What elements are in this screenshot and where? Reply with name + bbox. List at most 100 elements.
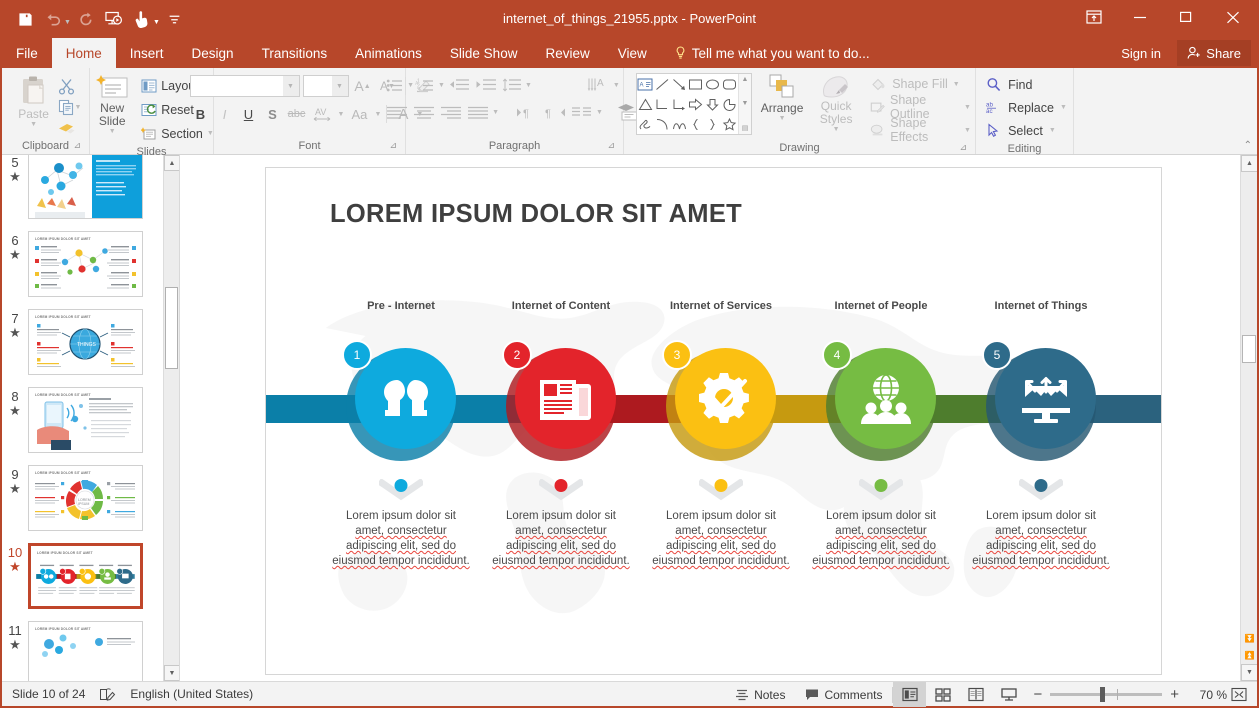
shape-right-arrow-icon[interactable] (688, 94, 705, 114)
thumbnail-slide-7[interactable]: 7 ★ LOREM IPSUM DOLOR SIT AMET THINGS (2, 303, 163, 381)
rtl-direction-button[interactable]: ¶ (542, 102, 568, 124)
copy-button[interactable]: ▼ (58, 97, 81, 117)
italic-button[interactable]: I (214, 103, 236, 125)
comments-button[interactable]: Comments (795, 682, 892, 707)
slide-title[interactable]: LOREM IPSUM DOLOR SIT AMET (330, 200, 742, 229)
step-node-4[interactable]: 4 (822, 340, 936, 461)
shape-effects-button[interactable]: Shape Effects ▼ (870, 116, 971, 144)
tab-file[interactable]: File (2, 38, 52, 68)
bold-button[interactable]: B (190, 103, 212, 125)
thumbnail-slide-5[interactable]: 5 ★ (2, 155, 163, 225)
paste-button[interactable]: Paste ▼ (10, 73, 58, 128)
shape-down-arrow-icon[interactable] (704, 94, 721, 114)
ltr-direction-button[interactable]: ¶ (515, 102, 541, 124)
canvas-scroll-thumb[interactable] (1242, 335, 1256, 363)
shape-oval-icon[interactable] (704, 74, 721, 94)
shape-left-brace-icon[interactable] (688, 114, 705, 134)
tab-view[interactable]: View (604, 38, 661, 68)
font-name-input[interactable]: ▼ (189, 75, 300, 97)
shapes-gallery-scrollbar[interactable]: ▲ ▼ ▤ (738, 74, 751, 134)
font-dialog-launcher-icon[interactable]: ⊿ (389, 138, 397, 153)
tab-design[interactable]: Design (178, 38, 248, 68)
shape-elbow-arrow-icon[interactable] (671, 94, 688, 114)
new-slide-dropdown-icon[interactable]: ▼ (109, 128, 116, 135)
step-description-2[interactable]: Lorem ipsum dolor sit amet, consectetur … (477, 509, 645, 569)
font-name-dropdown-icon[interactable]: ▼ (282, 76, 299, 96)
center-button[interactable] (411, 102, 437, 124)
slide-thumbnail-list[interactable]: 5 ★ 6 ★ LOREM IPSUM DOLOR SIT AMET 7 ★ L… (2, 155, 163, 681)
shape-arc-icon[interactable] (654, 114, 671, 134)
step-node-3[interactable]: 3 (662, 340, 776, 461)
justify-dropdown-icon[interactable]: ▼ (492, 109, 499, 116)
shape-pie-icon[interactable] (721, 94, 738, 114)
thumbnail-scroll-down-icon[interactable]: ▼ (164, 665, 179, 681)
shape-arrow-icon[interactable] (671, 74, 688, 94)
next-slide-icon[interactable]: ⏬ (1241, 630, 1257, 647)
arrange-dropdown-icon[interactable]: ▼ (779, 115, 786, 122)
text-shadow-button[interactable]: S (262, 103, 284, 125)
shape-rounded-rectangle-icon[interactable] (721, 74, 738, 94)
tab-animations[interactable]: Animations (341, 38, 436, 68)
tell-me-search[interactable]: Tell me what you want to do... (661, 38, 870, 68)
restore-icon[interactable] (1163, 0, 1209, 34)
font-size-input[interactable]: ▼ (302, 75, 349, 97)
ribbon-display-options-icon[interactable] (1071, 0, 1117, 34)
fit-slide-to-window-icon[interactable] (1227, 682, 1251, 707)
zoom-in-button[interactable]: + (1170, 686, 1179, 703)
thumbnail-image[interactable]: LOREM IPSUM DOLOR SIT AMET (28, 621, 143, 681)
thumbnail-slide-8[interactable]: 8 ★ LOREM IPSUM DOLOR SIT AMET (2, 381, 163, 459)
justify-button[interactable] (465, 102, 491, 124)
thumbnail-image[interactable]: LOREM IPSUM DOLOR SIT AMET (28, 231, 143, 297)
shapes-scroll-down-icon[interactable]: ▼ (742, 100, 749, 107)
shape-textbox-icon[interactable]: A (637, 74, 654, 94)
shape-rectangle-icon[interactable] (688, 74, 705, 94)
thumbnail-image[interactable]: LOREM IPSUM DOLOR SIT AMET THINGS (28, 309, 143, 375)
numbering-dropdown-icon[interactable]: ▼ (438, 82, 445, 89)
thumbnail-scroll-up-icon[interactable]: ▲ (164, 155, 179, 171)
zoom-level[interactable]: 70 % (1187, 688, 1227, 702)
spellcheck-icon[interactable] (99, 687, 116, 702)
new-slide-button[interactable]: New Slide ▼ (86, 73, 138, 135)
line-spacing-button[interactable] (500, 75, 524, 97)
shape-star-icon[interactable] (721, 114, 738, 134)
text-direction-button[interactable]: A (586, 75, 612, 97)
shape-effects-dropdown-icon[interactable]: ▼ (964, 127, 971, 134)
shape-right-brace-icon[interactable] (704, 114, 721, 134)
tab-slide-show[interactable]: Slide Show (436, 38, 532, 68)
columns-button[interactable] (569, 102, 595, 124)
close-icon[interactable] (1209, 0, 1257, 34)
slide-show-view-button[interactable] (992, 682, 1025, 707)
notes-button[interactable]: Notes (725, 682, 795, 707)
decrease-indent-button[interactable] (446, 75, 472, 97)
cut-button[interactable] (58, 76, 82, 96)
shapes-scroll-up-icon[interactable]: ▲ (742, 76, 749, 83)
tab-review[interactable]: Review (531, 38, 603, 68)
tab-insert[interactable]: Insert (116, 38, 178, 68)
step-description-1[interactable]: Lorem ipsum dolor sit amet, consectetur … (317, 509, 485, 569)
shape-scribble-icon[interactable] (637, 114, 654, 134)
step-node-2[interactable]: 2 (502, 340, 616, 461)
normal-view-button[interactable] (893, 682, 927, 707)
increase-indent-button[interactable] (473, 75, 499, 97)
paragraph-dialog-launcher-icon[interactable]: ⊿ (607, 138, 615, 153)
step-description-3[interactable]: Lorem ipsum dolor sit amet, consectetur … (637, 509, 805, 569)
select-button[interactable]: Select ▼ (982, 119, 1056, 142)
slide-sorter-view-button[interactable] (926, 682, 959, 707)
zoom-slider-handle[interactable] (1099, 687, 1105, 702)
share-button[interactable]: Share (1177, 40, 1251, 66)
shape-outline-dropdown-icon[interactable]: ▼ (964, 104, 971, 111)
tab-transitions[interactable]: Transitions (248, 38, 342, 68)
canvas-scroll-down-icon[interactable]: ▼ (1241, 664, 1257, 681)
change-case-button[interactable]: Aa (346, 103, 372, 125)
shape-line-icon[interactable] (654, 74, 671, 94)
thumbnail-image[interactable]: LOREM IPSUM DOLOR SIT AMET (28, 387, 143, 453)
thumbnail-image[interactable]: LOREM IPSUM DOLOR SIT AMET (28, 465, 143, 531)
clipboard-dialog-launcher-icon[interactable]: ⊿ (73, 138, 81, 153)
character-spacing-button[interactable]: AV (310, 103, 336, 125)
quick-styles-button[interactable]: Quick Styles ▼ (812, 73, 860, 133)
increase-font-size-button[interactable]: A ▲ (352, 75, 374, 97)
shape-outline-button[interactable]: Shape Outline ▼ (870, 93, 971, 121)
zoom-slider[interactable] (1050, 687, 1163, 702)
shape-elbow-connector-icon[interactable] (654, 94, 671, 114)
replace-dropdown-icon[interactable]: ▼ (1060, 104, 1067, 111)
